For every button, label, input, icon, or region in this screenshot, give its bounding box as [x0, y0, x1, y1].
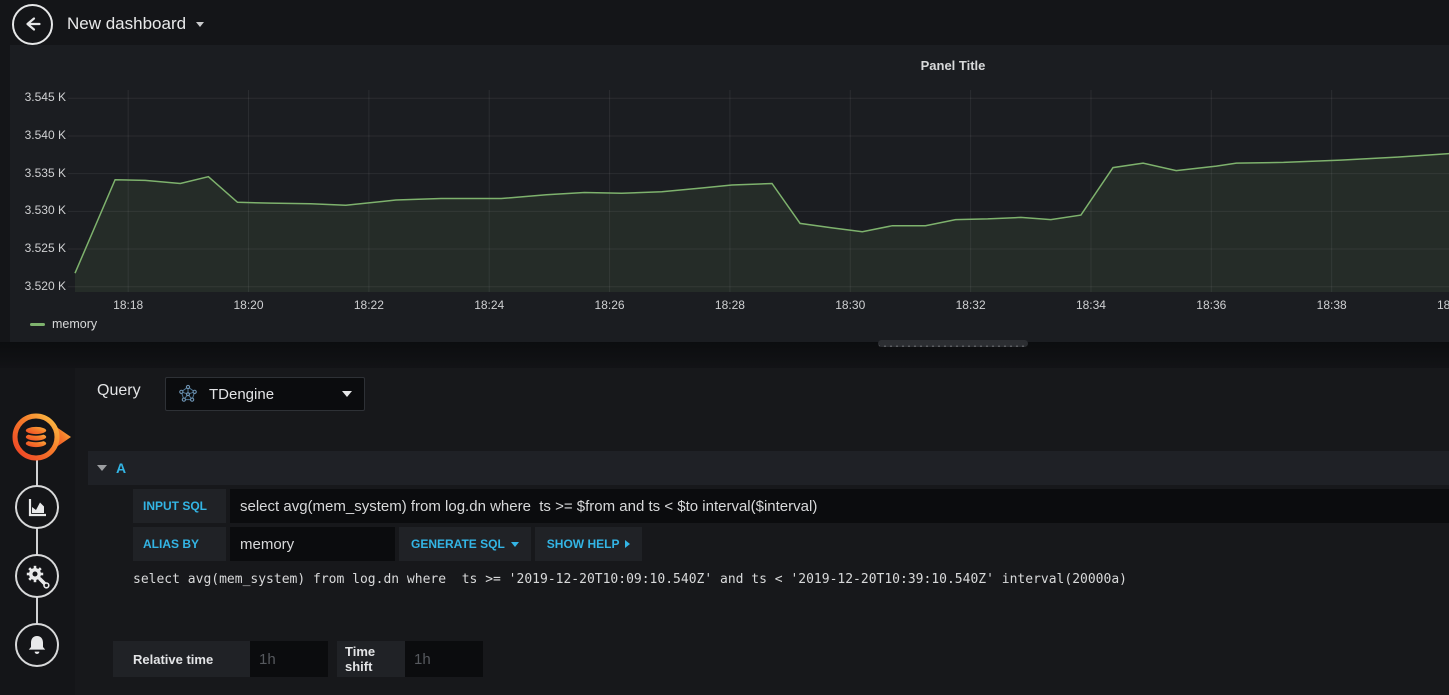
input-sql-label: INPUT SQL	[133, 489, 226, 523]
tab-queries[interactable]	[7, 409, 73, 470]
chevron-right-icon	[625, 540, 631, 548]
database-icon	[12, 413, 71, 461]
chevron-down-icon	[196, 21, 205, 27]
bell-icon	[28, 636, 46, 654]
legend-swatch	[30, 322, 45, 326]
x-axis-tick: 18:18	[113, 298, 144, 312]
gear-wrench-icon	[26, 565, 50, 589]
input-sql-field[interactable]	[230, 489, 1449, 523]
alias-by-label: ALIAS BY	[133, 527, 226, 561]
legend-label: memory	[52, 317, 98, 331]
relative-time-group: Relative time	[113, 641, 328, 677]
y-axis-tick: 3.545 K	[24, 90, 66, 105]
query-section-label: Query	[97, 382, 141, 399]
collapse-icon	[97, 465, 107, 471]
y-axis-tick: 3.535 K	[24, 165, 66, 180]
y-axis-tick: 3.525 K	[24, 241, 66, 256]
show-help-button[interactable]: SHOW HELP	[534, 527, 643, 561]
tab-alert[interactable]	[15, 623, 59, 667]
topbar: New dashboard	[0, 0, 1449, 48]
datasource-name: TDengine	[209, 385, 275, 403]
generate-sql-button[interactable]: GENERATE SQL	[399, 527, 531, 561]
y-axis-tick: 3.540 K	[24, 127, 66, 142]
y-axis-tick: 3.530 K	[24, 203, 66, 218]
time-shift-label: Time shift	[337, 641, 405, 677]
generate-sql-label: GENERATE SQL	[411, 537, 505, 551]
x-axis-tick: 18:20	[233, 298, 264, 312]
graph-icon	[28, 499, 46, 517]
x-axis-tick: 18:28	[714, 298, 745, 312]
chevron-down-icon	[342, 391, 352, 397]
time-shift-input[interactable]	[405, 641, 483, 677]
x-axis-tick: 18:38	[1316, 298, 1347, 312]
tdengine-icon	[179, 384, 197, 402]
datasource-picker[interactable]: TDengine	[165, 377, 365, 411]
panel-gap	[0, 342, 1449, 368]
x-axis-tick: 18:34	[1075, 298, 1106, 312]
panel-resize-handle[interactable]	[878, 340, 1028, 347]
x-axis-tick: 18:36	[1196, 298, 1227, 312]
x-axis-tick: 18:30	[835, 298, 866, 312]
alias-by-row: ALIAS BY GENERATE SQL SHOW HELP	[133, 527, 643, 561]
generated-sql-text: select avg(mem_system) from log.dn where…	[133, 572, 1127, 587]
x-axis-tick: 18:24	[474, 298, 505, 312]
input-sql-row: INPUT SQL	[133, 489, 1449, 523]
x-axis-tick: 18:26	[594, 298, 625, 312]
query-ref-id: A	[116, 460, 127, 476]
panel: Panel Title memory 18:18 18:20 18:22 18:24 1…	[10, 45, 1449, 342]
tab-general[interactable]	[15, 554, 59, 598]
back-arrow-icon	[25, 17, 41, 31]
x-axis-tick: 18:40	[1436, 298, 1449, 312]
relative-time-label: Relative time	[113, 641, 250, 677]
alias-by-field[interactable]	[230, 527, 395, 561]
dashboard-title-menu[interactable]: New dashboard	[67, 14, 205, 34]
query-row-header[interactable]: A	[88, 451, 1449, 485]
legend-item[interactable]: memory	[30, 317, 97, 331]
show-help-label: SHOW HELP	[546, 537, 620, 551]
grafana-edit-screen: New dashboard Panel Title memory 18:18 18…	[0, 0, 1449, 695]
chart-svg[interactable]	[68, 90, 1449, 292]
x-axis-tick: 18:22	[353, 298, 384, 312]
query-options-row: Relative time Time shift	[113, 641, 483, 677]
y-axis-tick: 3.520 K	[24, 278, 66, 293]
relative-time-input[interactable]	[250, 641, 328, 677]
time-shift-group: Time shift	[337, 641, 483, 677]
back-button[interactable]	[12, 3, 53, 45]
x-axis-tick: 18:32	[955, 298, 986, 312]
tab-visualization[interactable]	[15, 485, 59, 529]
chevron-down-icon	[510, 541, 519, 547]
panel-title[interactable]: Panel Title	[921, 58, 986, 73]
dashboard-title: New dashboard	[67, 14, 187, 33]
